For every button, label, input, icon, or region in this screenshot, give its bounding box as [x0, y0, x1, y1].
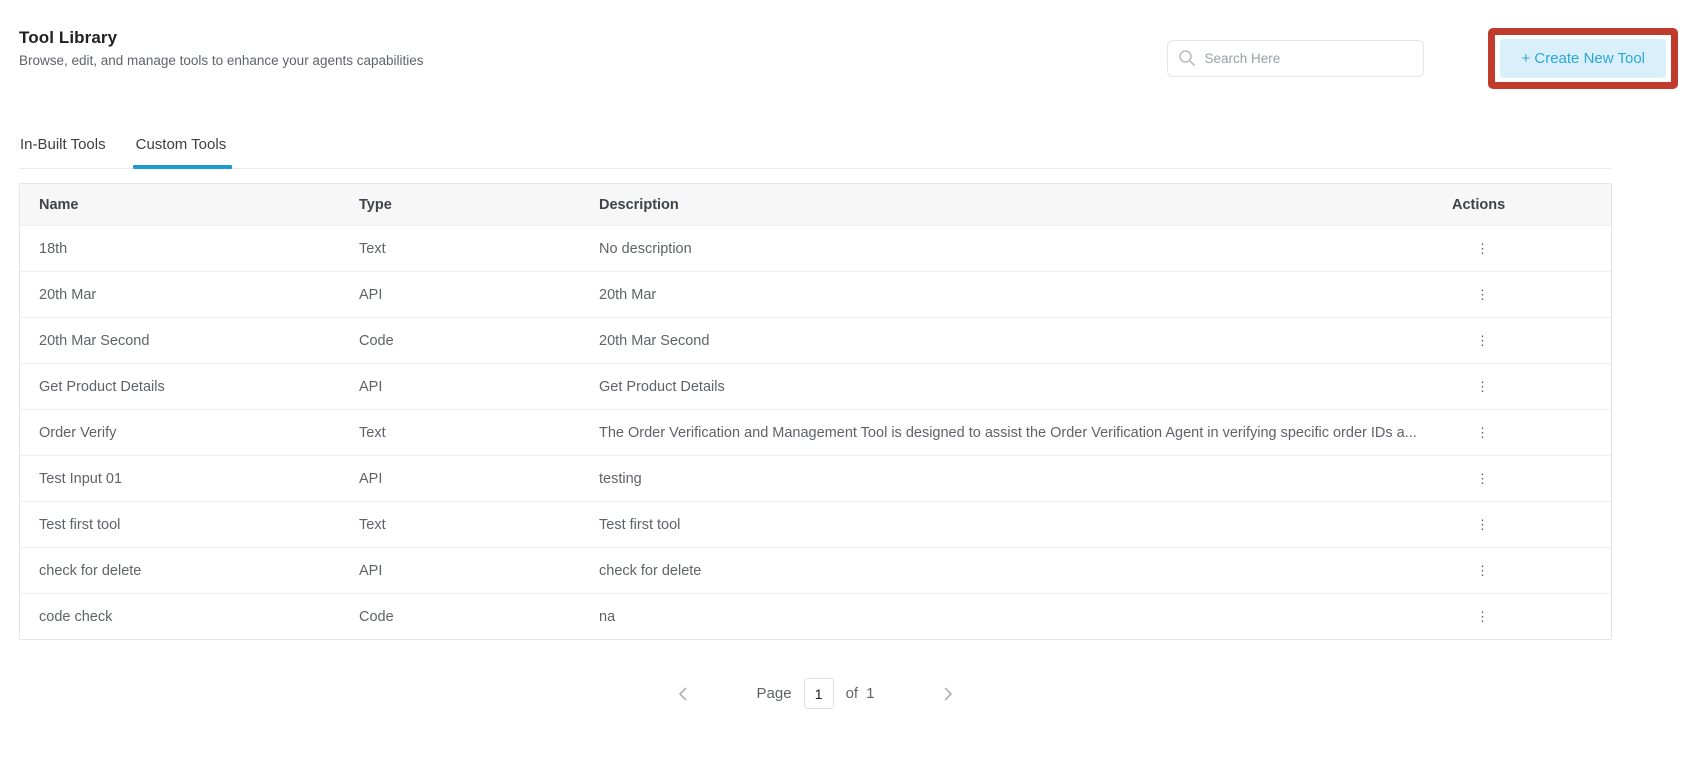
row-actions-menu-icon[interactable]: ⋮ — [1470, 561, 1495, 581]
row-actions-menu-icon[interactable]: ⋮ — [1470, 423, 1495, 443]
top-right-controls: + Create New Tool — [1167, 28, 1678, 89]
tab-custom-tools[interactable]: Custom Tools — [135, 136, 228, 168]
column-header-type: Type — [359, 197, 599, 213]
actions-cell: ⋮ — [1452, 285, 1592, 305]
tool-type: Code — [359, 333, 599, 349]
actions-cell: ⋮ — [1452, 377, 1592, 397]
tool-description: na — [599, 609, 1452, 625]
column-header-actions: Actions — [1452, 197, 1592, 213]
row-actions-menu-icon[interactable]: ⋮ — [1470, 285, 1495, 305]
actions-cell: ⋮ — [1452, 331, 1592, 351]
tool-description: Test first tool — [599, 517, 1452, 533]
next-page-icon[interactable] — [936, 682, 960, 706]
tools-table: Name Type Description Actions 18thTextNo… — [19, 183, 1612, 640]
tool-name: check for delete — [39, 563, 359, 579]
tool-type: Text — [359, 425, 599, 441]
table-row: Order VerifyTextThe Order Verification a… — [20, 409, 1611, 455]
annotation-highlight-box: + Create New Tool — [1488, 28, 1678, 89]
of-label: of — [846, 685, 859, 702]
tool-name: 18th — [39, 241, 359, 257]
actions-cell: ⋮ — [1452, 239, 1592, 259]
row-actions-menu-icon[interactable]: ⋮ — [1470, 377, 1495, 397]
tool-type: Text — [359, 517, 599, 533]
search-input[interactable] — [1167, 40, 1424, 77]
pagination: Page of 1 — [19, 678, 1612, 709]
total-pages: 1 — [866, 685, 874, 702]
actions-cell: ⋮ — [1452, 515, 1592, 535]
table-row: Test Input 01APItesting ⋮ — [20, 455, 1611, 501]
search-icon — [1178, 49, 1196, 72]
table-body: 18thTextNo description⋮20th MarAPI20th M… — [20, 225, 1611, 639]
tool-table-section: Name Type Description Actions 18thTextNo… — [19, 183, 1612, 640]
column-header-description: Description — [599, 197, 1452, 213]
actions-cell: ⋮ — [1452, 423, 1592, 443]
tool-type: API — [359, 471, 599, 487]
table-header-row: Name Type Description Actions — [20, 184, 1611, 225]
tool-name: code check — [39, 609, 359, 625]
tab-in-built-tools[interactable]: In-Built Tools — [19, 136, 107, 168]
actions-cell: ⋮ — [1452, 561, 1592, 581]
tool-description: 20th Mar Second — [599, 333, 1452, 349]
row-actions-menu-icon[interactable]: ⋮ — [1470, 239, 1495, 259]
tool-description: No description — [599, 241, 1452, 257]
tool-description: check for delete — [599, 563, 1452, 579]
column-header-name: Name — [39, 197, 359, 213]
table-row: check for deleteAPIcheck for delete ⋮ — [20, 547, 1611, 593]
row-actions-menu-icon[interactable]: ⋮ — [1470, 331, 1495, 351]
tool-type: Code — [359, 609, 599, 625]
page-subtitle: Browse, edit, and manage tools to enhanc… — [19, 53, 424, 68]
tool-type: Text — [359, 241, 599, 257]
actions-cell: ⋮ — [1452, 469, 1592, 489]
tab-bar: In-Built Tools Custom Tools — [19, 136, 1612, 169]
page-label: Page — [757, 685, 792, 702]
tool-description: testing — [599, 471, 1452, 487]
top-bar: Tool Library Browse, edit, and manage to… — [0, 0, 1687, 89]
tool-description: The Order Verification and Management To… — [599, 425, 1452, 441]
table-row: 20th Mar SecondCode20th Mar Second ⋮ — [20, 317, 1611, 363]
tool-name: 20th Mar Second — [39, 333, 359, 349]
create-new-tool-button[interactable]: + Create New Tool — [1500, 39, 1666, 78]
tool-name: Order Verify — [39, 425, 359, 441]
previous-page-icon[interactable] — [671, 682, 695, 706]
tool-type: API — [359, 379, 599, 395]
table-row: code checkCodena ⋮ — [20, 593, 1611, 639]
title-block: Tool Library Browse, edit, and manage to… — [19, 28, 424, 68]
tool-type: API — [359, 563, 599, 579]
table-row: 20th MarAPI20th Mar ⋮ — [20, 271, 1611, 317]
row-actions-menu-icon[interactable]: ⋮ — [1470, 469, 1495, 489]
page-number-input[interactable] — [804, 678, 834, 709]
actions-cell: ⋮ — [1452, 607, 1592, 627]
tool-name: Test Input 01 — [39, 471, 359, 487]
tool-description: 20th Mar — [599, 287, 1452, 303]
page-title: Tool Library — [19, 28, 424, 48]
tool-name: Test first tool — [39, 517, 359, 533]
table-row: Test first toolTextTest first tool ⋮ — [20, 501, 1611, 547]
tool-name: Get Product Details — [39, 379, 359, 395]
tool-description: Get Product Details — [599, 379, 1452, 395]
tool-type: API — [359, 287, 599, 303]
table-row: Get Product DetailsAPIGet Product Detail… — [20, 363, 1611, 409]
row-actions-menu-icon[interactable]: ⋮ — [1470, 515, 1495, 535]
row-actions-menu-icon[interactable]: ⋮ — [1470, 607, 1495, 627]
table-row: 18thTextNo description ⋮ — [20, 225, 1611, 271]
tool-name: 20th Mar — [39, 287, 359, 303]
search-box — [1167, 40, 1424, 77]
